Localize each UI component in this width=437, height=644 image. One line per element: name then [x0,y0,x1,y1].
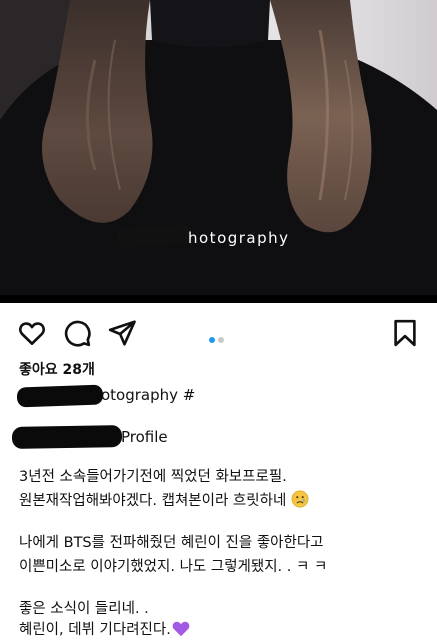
account-redaction [16,384,104,408]
caption-line-2: 원본재작업해봐야겠다. 캡쳐본이라 흐릿하네 [19,490,309,515]
caption-line-1: 3년전 소속들어가기전에 찍었던 화보프로필. [19,469,287,485]
caption-line-5: 이쁜미소로 이야기했었지. 나도 그렇게됐지. . ㅋ ㅋ [19,559,328,575]
send-icon [108,320,136,346]
like-count[interactable]: 좋아요 28개 [19,359,95,379]
carousel-dot-active [209,337,215,343]
comment-icon [64,320,91,347]
bookmark-icon [394,319,416,347]
carousel-dot [218,337,224,343]
account-handle-suffix: otography # [101,386,196,404]
save-button[interactable] [390,318,420,348]
photo-watermark: hotography [188,229,290,247]
photo-bottom-border [0,295,437,303]
purple-heart-emoji [171,619,191,644]
carousel-indicator [209,328,227,347]
watermark-redaction [117,224,193,248]
caption-line-4: 나에게 BTS를 전파해줬던 혜린이 진을 좋아한다고 [19,535,324,551]
like-button[interactable] [17,318,47,348]
caption-line-2-text: 원본재작업해봐야겠다. 캡쳐본이라 흐릿하네 [19,493,287,509]
photo-illustration [0,0,437,295]
caption-line-8-text: 혜린이, 데뷔 기다려진다. [19,622,171,638]
heart-icon [19,322,45,345]
share-button[interactable] [107,318,137,348]
comment-button[interactable] [62,318,92,348]
profile-suffix: Profile [121,428,168,446]
profile-redaction [11,425,123,449]
sad-face-emoji [291,490,309,515]
caption-line-8: 혜린이, 데뷔 기다려진다. [19,619,191,644]
caption-line-7: 좋은 소식이 들리네. . [19,601,149,617]
post-photo[interactable]: hotography [0,0,437,295]
post-action-bar [0,303,437,359]
